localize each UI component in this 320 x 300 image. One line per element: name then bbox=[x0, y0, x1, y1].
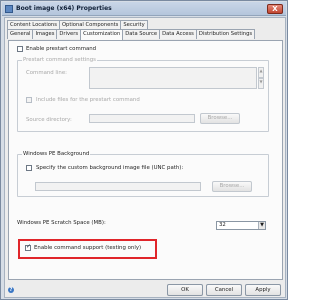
prestart-settings-group: Prestart command settings Command line: … bbox=[17, 57, 269, 132]
scratch-space-value: 32 bbox=[219, 222, 226, 228]
scratch-space-label: Windows PE Scratch Space (MB): bbox=[17, 220, 106, 226]
cancel-button[interactable]: Cancel bbox=[206, 284, 242, 296]
help-icon[interactable]: ? bbox=[8, 287, 14, 293]
customization-tab-content: Enable prestart command Prestart command… bbox=[8, 40, 283, 280]
background-path-field[interactable] bbox=[35, 182, 201, 191]
tab-data-access[interactable]: Data Access bbox=[159, 29, 197, 39]
window-title: Boot image (x64) Properties bbox=[16, 5, 112, 12]
background-group-title: Windows PE Background bbox=[22, 151, 91, 157]
tab-data-source[interactable]: Data Source bbox=[122, 29, 161, 39]
close-button[interactable]: X bbox=[267, 4, 283, 14]
tab-images[interactable]: Images bbox=[32, 29, 58, 39]
background-browse-button[interactable]: Browse... bbox=[212, 181, 252, 192]
source-directory-field[interactable] bbox=[89, 114, 195, 123]
include-files-checkbox[interactable] bbox=[26, 97, 32, 103]
chevron-down-icon[interactable]: ▼ bbox=[258, 222, 265, 229]
command-line-field[interactable] bbox=[89, 67, 257, 89]
source-directory-label: Source directory: bbox=[26, 117, 72, 123]
enable-command-support-checkbox[interactable] bbox=[25, 243, 31, 251]
enable-prestart-label: Enable prestart command bbox=[26, 46, 97, 52]
ok-button[interactable]: OK bbox=[167, 284, 203, 296]
dialog-panel: Content Locations Optional Components Se… bbox=[4, 17, 286, 298]
enable-command-support-label: Enable command support (testing only) bbox=[34, 245, 142, 251]
command-line-scroll-up[interactable]: ▲ bbox=[258, 67, 264, 78]
include-files-label: Include files for the prestart command bbox=[36, 97, 140, 103]
properties-dialog: Boot image (x64) Properties X Content Lo… bbox=[0, 0, 288, 300]
command-line-scroll-down[interactable]: ▼ bbox=[258, 78, 264, 89]
enable-prestart-checkbox[interactable] bbox=[17, 46, 23, 52]
title-bar[interactable]: Boot image (x64) Properties X bbox=[2, 2, 286, 16]
app-icon bbox=[5, 5, 13, 13]
scratch-space-select[interactable]: 32 ▼ bbox=[216, 221, 266, 230]
command-line-label: Command line: bbox=[26, 70, 67, 76]
tab-distribution-settings[interactable]: Distribution Settings bbox=[195, 29, 256, 39]
specify-background-checkbox[interactable] bbox=[26, 165, 32, 171]
tab-row-2: General Images Drivers Customization Dat… bbox=[7, 29, 256, 40]
tab-drivers[interactable]: Drivers bbox=[56, 29, 82, 39]
tab-general[interactable]: General bbox=[7, 29, 34, 39]
prestart-group-title: Prestart command settings bbox=[22, 57, 97, 63]
windows-pe-background-group: Windows PE Background Specify the custom… bbox=[17, 151, 269, 197]
apply-button[interactable]: Apply bbox=[245, 284, 281, 296]
prestart-browse-button[interactable]: Browse... bbox=[200, 113, 240, 124]
tab-customization[interactable]: Customization bbox=[80, 29, 124, 40]
specify-background-label: Specify the custom background image file… bbox=[36, 165, 184, 171]
